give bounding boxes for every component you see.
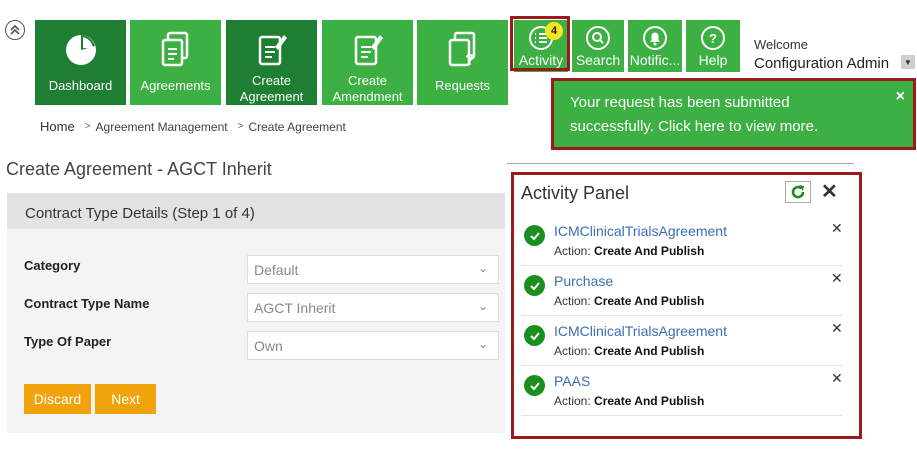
- tile-label: Help: [698, 52, 728, 68]
- tile-label: Notific...: [629, 52, 681, 68]
- toast-message-line1: Your request has been submitted: [570, 94, 790, 111]
- user-name[interactable]: Configuration Admin: [754, 55, 889, 72]
- svg-text:?: ?: [709, 31, 717, 46]
- help-icon: ?: [700, 24, 726, 52]
- activity-highlight-outline: [510, 16, 570, 71]
- contract-type-name-label: Contract Type Name: [24, 296, 150, 311]
- check-circle-icon: [524, 225, 545, 246]
- divider: [507, 163, 854, 164]
- breadcrumb: Home > Agreement Management > Create Agr…: [40, 119, 346, 134]
- pie-chart-icon: [64, 30, 98, 70]
- tile-label: Dashboard: [48, 78, 113, 93]
- action-value: Create And Publish: [594, 344, 705, 358]
- activity-item-action: Action: Create And Publish: [554, 244, 704, 258]
- contract-type-name-value: AGCT Inherit: [254, 300, 336, 316]
- action-label: Action:: [554, 394, 591, 408]
- activity-item: ICMClinicalTrialsAgreement Action: Creat…: [521, 316, 843, 366]
- activity-item: Purchase Action: Create And Publish ✕: [521, 266, 843, 316]
- activity-item-action: Action: Create And Publish: [554, 394, 704, 408]
- dismiss-icon[interactable]: ✕: [831, 320, 843, 337]
- collapse-chevron-up-icon[interactable]: [5, 20, 25, 40]
- action-value: Create And Publish: [594, 244, 705, 258]
- toast-close-icon[interactable]: ×: [896, 85, 905, 109]
- document-question-icon: ?: [446, 30, 480, 70]
- category-label: Category: [24, 258, 81, 273]
- edit-document-icon: [351, 30, 385, 69]
- activity-item-action: Action: Create And Publish: [554, 294, 704, 308]
- activity-item-link[interactable]: ICMClinicalTrialsAgreement: [554, 323, 727, 339]
- edit-document-icon: [255, 30, 289, 69]
- tile-create-agreement[interactable]: Create Agreement: [226, 20, 317, 105]
- breadcrumb-separator: >: [84, 121, 91, 132]
- action-value: Create And Publish: [594, 294, 705, 308]
- activity-panel-title: Activity Panel: [521, 183, 630, 203]
- activity-panel: Activity Panel ✕ ICMClinicalTrialsAgreem…: [511, 172, 862, 439]
- tile-label: Requests: [435, 78, 490, 93]
- action-value: Create And Publish: [594, 394, 705, 408]
- tile-label-line2: Amendment: [332, 89, 403, 104]
- activity-item: PAAS Action: Create And Publish ✕: [521, 366, 843, 416]
- tile-notifications[interactable]: Notific...: [628, 20, 682, 72]
- activity-panel-close-icon[interactable]: ✕: [821, 179, 838, 204]
- next-button[interactable]: Next: [95, 384, 156, 414]
- dismiss-icon[interactable]: ✕: [831, 220, 843, 237]
- tile-label: Search: [575, 52, 621, 68]
- check-circle-icon: [524, 275, 545, 296]
- documents-icon: [159, 30, 193, 70]
- refresh-icon[interactable]: [785, 181, 811, 203]
- type-of-paper-label: Type Of Paper: [24, 334, 112, 349]
- action-label: Action:: [554, 244, 591, 258]
- activity-list: ICMClinicalTrialsAgreement Action: Creat…: [521, 216, 843, 416]
- success-toast[interactable]: Your request has been submitted successf…: [551, 78, 916, 150]
- type-of-paper-value: Own: [254, 338, 283, 354]
- contract-type-form: Contract Type Details (Step 1 of 4) Cate…: [7, 193, 505, 433]
- activity-item-action: Action: Create And Publish: [554, 344, 704, 358]
- breadcrumb-separator: >: [237, 121, 244, 132]
- action-label: Action:: [554, 294, 591, 308]
- activity-item-link[interactable]: PAAS: [554, 373, 590, 389]
- bell-icon: [642, 24, 668, 52]
- activity-item: ICMClinicalTrialsAgreement Action: Creat…: [521, 216, 843, 266]
- tile-agreements[interactable]: Agreements: [130, 20, 221, 105]
- tile-label-line1: Create: [347, 73, 388, 88]
- tile-create-amendment[interactable]: Create Amendment: [322, 20, 413, 105]
- tile-label: Agreements: [140, 78, 211, 93]
- chevron-down-icon: ⌄: [477, 261, 488, 275]
- chevron-down-icon: ⌄: [477, 337, 488, 351]
- page-title: Create Agreement - AGCT Inherit: [6, 159, 272, 179]
- breadcrumb-item-create-agreement: Create Agreement: [248, 119, 346, 134]
- activity-item-link[interactable]: ICMClinicalTrialsAgreement: [554, 223, 727, 239]
- category-value: Default: [254, 262, 299, 278]
- tile-help[interactable]: ? Help: [686, 20, 740, 72]
- toast-message-line2: successfully. Click here to view more.: [570, 118, 819, 135]
- svg-text:?: ?: [465, 52, 475, 69]
- type-of-paper-select[interactable]: Own ⌄: [247, 331, 499, 360]
- user-menu-dropdown-icon[interactable]: ▼: [901, 55, 915, 69]
- tile-search[interactable]: Search: [572, 20, 624, 72]
- chevron-down-icon: ⌄: [477, 299, 488, 313]
- breadcrumb-item-agreement-management[interactable]: Agreement Management: [96, 120, 228, 134]
- check-circle-icon: [524, 375, 545, 396]
- dismiss-icon[interactable]: ✕: [831, 270, 843, 287]
- dismiss-icon[interactable]: ✕: [831, 370, 843, 387]
- tile-label-line2: Agreement: [239, 89, 304, 104]
- check-circle-icon: [524, 325, 545, 346]
- form-header: Contract Type Details (Step 1 of 4): [7, 193, 505, 229]
- activity-count-badge: 4: [545, 22, 563, 40]
- search-icon: [585, 24, 611, 52]
- action-label: Action:: [554, 344, 591, 358]
- activity-item-link[interactable]: Purchase: [554, 273, 613, 289]
- welcome-label: Welcome: [754, 37, 808, 52]
- tile-dashboard[interactable]: Dashboard: [35, 20, 126, 105]
- discard-button[interactable]: Discard: [24, 384, 91, 414]
- tile-requests[interactable]: ? Requests: [417, 20, 508, 105]
- breadcrumb-home[interactable]: Home: [40, 119, 75, 134]
- category-select[interactable]: Default ⌄: [247, 255, 499, 284]
- tile-label-line1: Create: [251, 73, 292, 88]
- contract-type-name-select[interactable]: AGCT Inherit ⌄: [247, 293, 499, 322]
